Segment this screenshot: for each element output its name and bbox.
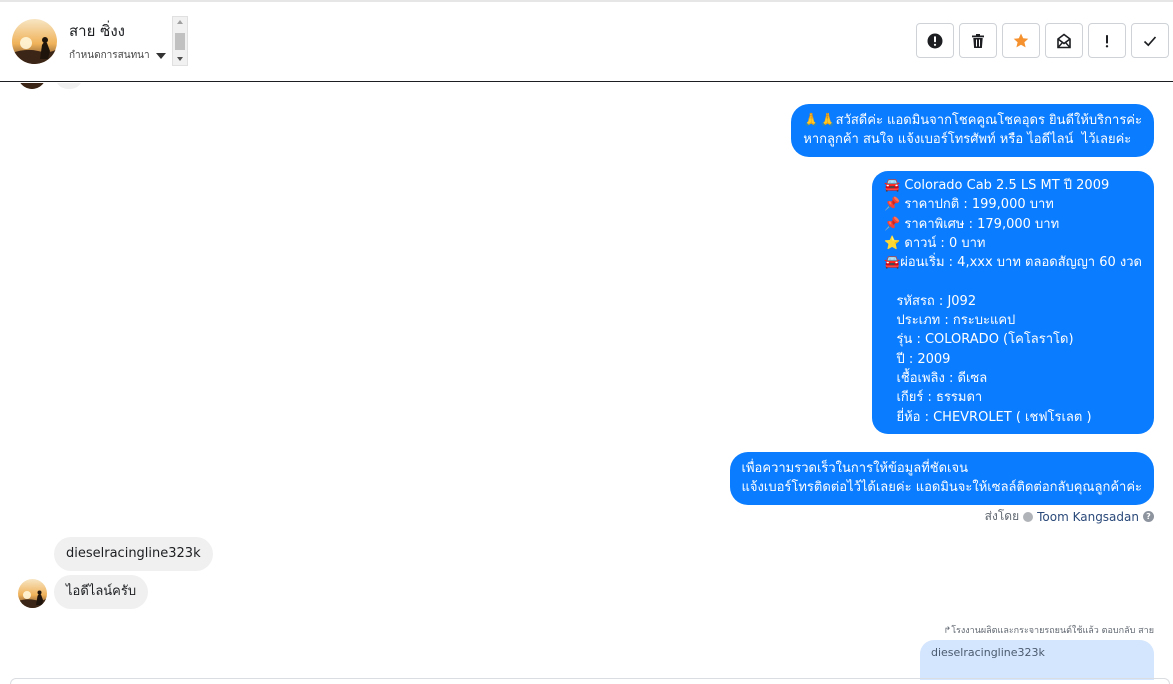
listing-installment: ผ่อนเริ่ม : 4,xxx บาท ตลอดสัญญา 60 งวด xyxy=(900,255,1142,271)
message-composer[interactable] xyxy=(10,678,1170,684)
exclamation-icon xyxy=(1105,34,1109,47)
conversation-label-dropdown[interactable]: กำหนดการสนทนา xyxy=(69,48,166,63)
sent-by-label: ส่งโดย xyxy=(984,509,1020,523)
listing-brand: ยี่ห้อ : CHEVROLET ( เชฟโรเลต ) xyxy=(896,409,1092,425)
conversation-label: กำหนดการสนทนา xyxy=(69,50,150,61)
header-scrollbar[interactable] xyxy=(172,16,188,66)
mark-unread-button[interactable] xyxy=(1045,23,1083,58)
report-spam-button[interactable] xyxy=(916,23,954,58)
incoming-message[interactable]: ไอดีไลน์ครับ xyxy=(54,575,149,609)
car-icon: 🚘 xyxy=(884,255,901,271)
listing-price-special: ราคาพิเศษ : 179,000 บาท xyxy=(904,216,1060,232)
listing-gear: เกียร์ : ธรรมดา xyxy=(896,390,983,406)
reply-note-text: โรงงานผลิตและกระจายรถยนต์ใช้แล้ว ตอบกลับ… xyxy=(951,626,1154,636)
contact-avatar[interactable] xyxy=(12,19,57,64)
conversation-actions xyxy=(916,23,1169,58)
envelope-icon xyxy=(1057,33,1071,48)
contact-request-line-1: เพื่อความรวดเร็วในการให้ข้อมูลที่ชัดเจน xyxy=(741,461,968,476)
message-thread[interactable]: 🙏🙏สวัสดีค่ะ แอดมินจากโชคคูณโชคอุดร ยินดี… xyxy=(0,83,1173,684)
scroll-up-arrow-icon[interactable] xyxy=(177,20,183,24)
listing-code: รหัสรถ : J092 xyxy=(896,293,977,309)
star-icon xyxy=(1013,33,1029,47)
header-top-border xyxy=(0,0,1173,2)
car-icon: 🚘 xyxy=(884,178,901,193)
listing-year: ปี : 2009 xyxy=(896,351,951,367)
pin-icon: 📌 xyxy=(884,197,901,213)
greeting-line-1: 🙏🙏สวัสดีค่ะ แอดมินจากโชคคูณโชคอุดร ยินดี… xyxy=(803,113,1142,128)
contact-name[interactable]: สาย ซิ่งง xyxy=(69,19,125,43)
trash-icon xyxy=(972,33,984,48)
outgoing-message-greeting[interactable]: 🙏🙏สวัสดีค่ะ แอดมินจากโชคคูณโชคอุดร ยินดี… xyxy=(791,104,1154,157)
done-button[interactable] xyxy=(1131,23,1169,58)
sent-by-name[interactable]: Toom Kangsadan xyxy=(1037,510,1139,524)
user-dot-icon xyxy=(1023,511,1034,522)
reply-quote-bubble[interactable]: dieselracingline323k xyxy=(920,640,1154,680)
listing-fuel: เชื้อเพลิง : ดีเซล xyxy=(896,370,988,386)
delete-button[interactable] xyxy=(959,23,997,58)
incoming-message[interactable]: dieselracingline323k xyxy=(54,537,213,571)
star-icon: ⭐ xyxy=(884,235,901,251)
listing-down-payment: ดาวน์ : 0 บาท xyxy=(904,235,986,251)
scrollbar-thumb[interactable] xyxy=(175,33,185,50)
caret-down-icon xyxy=(155,52,166,59)
conversation-header: สาย ซิ่งง กำหนดการสนทนา xyxy=(0,0,1173,82)
listing-price-normal: ราคาปกติ : 199,000 บาท xyxy=(904,197,1054,213)
question-icon[interactable]: ? xyxy=(1143,511,1154,522)
listing-model: รุ่น : COLORADO (โคโลราโด) xyxy=(896,332,1074,348)
reply-context-note: ↱โรงงานผลิตและกระจายรถยนต์ใช้แล้ว ตอบกลั… xyxy=(944,623,1154,637)
check-icon xyxy=(1143,35,1157,46)
important-button[interactable] xyxy=(1088,23,1126,58)
previous-message-bubble xyxy=(55,83,83,89)
contact-request-line-2: แจ้งเบอร์โทรติดต่อไว้ได้เลยค่ะ แอดมินจะใ… xyxy=(741,480,1142,496)
sent-by-info: ส่งโดย Toom Kangsadan ? xyxy=(985,507,1154,526)
contact-avatar-small xyxy=(18,579,47,608)
pin-icon: 📌 xyxy=(884,216,901,232)
greeting-line-2: หากลูกค้า สนใจ แจ้งเบอร์โทรศัพท์ หรือ ไอ… xyxy=(803,132,1132,148)
outgoing-message-contact-request[interactable]: เพื่อความรวดเร็วในการให้ข้อมูลที่ชัดเจน … xyxy=(729,452,1154,505)
scroll-down-arrow-icon[interactable] xyxy=(177,57,183,61)
outgoing-message-listing[interactable]: 🚘 Colorado Cab 2.5 LS MT ปี 2009 📌 ราคาป… xyxy=(872,171,1154,434)
star-button[interactable] xyxy=(1002,23,1040,58)
exclamation-circle-icon xyxy=(927,33,943,48)
contact-avatar-small xyxy=(18,83,46,89)
reply-quote-text: dieselracingline323k xyxy=(931,646,1045,659)
listing-type: ประเภท : กระบะแคป xyxy=(896,313,1016,329)
listing-title: Colorado Cab 2.5 LS MT ปี 2009 xyxy=(904,178,1110,193)
